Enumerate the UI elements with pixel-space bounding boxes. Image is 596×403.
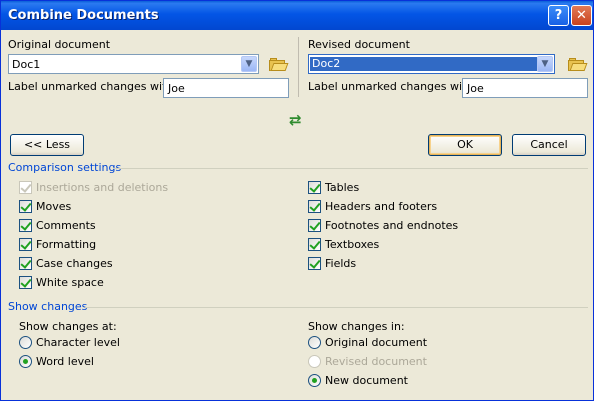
case-changes-checkbox[interactable]: [19, 257, 32, 270]
original-document-label: Original document: [8, 38, 111, 51]
case-changes-label[interactable]: Case changes: [36, 257, 113, 270]
show-changes-heading: Show changes: [8, 300, 88, 313]
original-unmarked-field[interactable]: Joe: [163, 78, 289, 98]
section-divider: [85, 307, 588, 308]
ok-button[interactable]: OK: [428, 134, 502, 156]
comments-checkbox[interactable]: [19, 219, 32, 232]
combine-documents-dialog: Combine Documents ? ✕ Original document …: [0, 0, 594, 401]
textboxes-label[interactable]: Textboxes: [325, 238, 379, 251]
new-document-radio[interactable]: [308, 374, 321, 387]
help-button[interactable]: ?: [548, 5, 569, 26]
insertions-deletions-checkbox: [19, 181, 32, 194]
chevron-down-icon[interactable]: ▼: [241, 56, 257, 72]
revised-document-radio: [308, 355, 321, 368]
original-document-radio[interactable]: [308, 336, 321, 349]
vertical-divider: [298, 37, 299, 97]
character-level-radio[interactable]: [19, 336, 32, 349]
revised-document-value: Doc2: [310, 57, 537, 71]
tables-label[interactable]: Tables: [325, 181, 359, 194]
show-changes-in-label: Show changes in:: [308, 320, 405, 333]
word-level-label[interactable]: Word level: [36, 355, 94, 368]
less-button[interactable]: << Less: [10, 134, 84, 156]
open-folder-icon[interactable]: [568, 57, 588, 71]
new-document-radio-label[interactable]: New document: [325, 374, 408, 387]
original-unmarked-value: Joe: [168, 82, 185, 95]
footnotes-endnotes-label[interactable]: Footnotes and endnotes: [325, 219, 458, 232]
show-changes-at-label: Show changes at:: [19, 320, 117, 333]
open-folder-icon[interactable]: [269, 57, 289, 71]
fields-label[interactable]: Fields: [325, 257, 356, 270]
chevron-down-icon[interactable]: ▼: [537, 56, 553, 72]
formatting-checkbox[interactable]: [19, 238, 32, 251]
revised-unmarked-field[interactable]: Joe: [462, 78, 588, 98]
revised-document-radio-label: Revised document: [325, 355, 427, 368]
revised-document-combo[interactable]: Doc2 ▼: [308, 54, 555, 74]
headers-footers-label[interactable]: Headers and footers: [325, 200, 437, 213]
original-document-radio-label[interactable]: Original document: [325, 336, 427, 349]
moves-checkbox[interactable]: [19, 200, 32, 213]
word-level-radio[interactable]: [19, 355, 32, 368]
white-space-label[interactable]: White space: [36, 276, 104, 289]
fields-checkbox[interactable]: [308, 257, 321, 270]
formatting-label[interactable]: Formatting: [36, 238, 96, 251]
swap-documents-icon[interactable]: ⇄: [289, 111, 302, 129]
original-document-value: Doc1: [12, 58, 41, 71]
section-divider: [113, 168, 588, 169]
moves-label[interactable]: Moves: [36, 200, 71, 213]
title-bar[interactable]: Combine Documents ? ✕: [1, 1, 593, 30]
footnotes-endnotes-checkbox[interactable]: [308, 219, 321, 232]
tables-checkbox[interactable]: [308, 181, 321, 194]
comparison-settings-heading: Comparison settings: [8, 161, 122, 174]
comments-label[interactable]: Comments: [36, 219, 96, 232]
revised-document-label: Revised document: [308, 38, 410, 51]
insertions-deletions-label: Insertions and deletions: [36, 181, 169, 194]
cancel-button[interactable]: Cancel: [512, 134, 586, 156]
dialog-title: Combine Documents: [8, 8, 159, 23]
close-button[interactable]: ✕: [571, 5, 592, 26]
white-space-checkbox[interactable]: [19, 276, 32, 289]
original-document-combo[interactable]: Doc1 ▼: [8, 54, 259, 74]
character-level-label[interactable]: Character level: [36, 336, 120, 349]
textboxes-checkbox[interactable]: [308, 238, 321, 251]
revised-unmarked-label: Label unmarked changes with:: [308, 80, 478, 93]
revised-unmarked-value: Joe: [467, 82, 484, 95]
original-unmarked-label: Label unmarked changes with:: [8, 80, 178, 93]
headers-footers-checkbox[interactable]: [308, 200, 321, 213]
